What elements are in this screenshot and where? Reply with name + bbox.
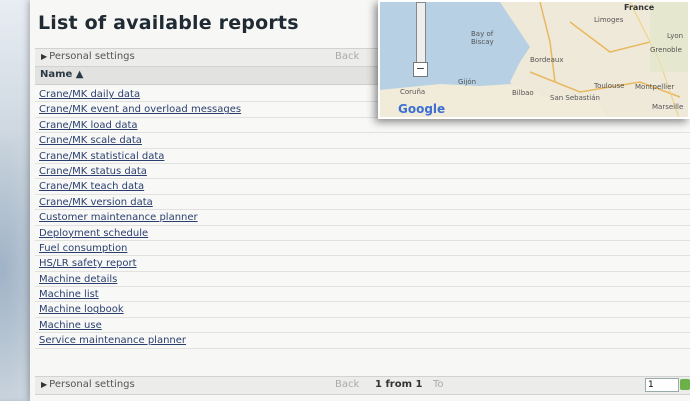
footer-personal-settings-toggle[interactable]: ▶ Personal settings <box>41 379 135 390</box>
back-button[interactable]: Back <box>335 51 359 62</box>
list-item: Machine list <box>35 287 690 303</box>
personal-settings-toggle[interactable]: ▶ Personal settings <box>41 51 135 62</box>
map-label-grenoble: Grenoble <box>650 46 682 54</box>
report-link[interactable]: Machine use <box>39 320 102 331</box>
map-label-coruna: Coruña <box>400 88 426 96</box>
reports-list: Crane/MK daily data Crane/MK event and o… <box>35 87 690 349</box>
list-item: Machine details <box>35 271 690 288</box>
report-link[interactable]: Machine list <box>39 289 99 300</box>
list-item: Crane/MK version data <box>35 194 690 211</box>
list-item: Crane/MK teach data <box>35 179 690 195</box>
list-item: Crane/MK statistical data <box>35 148 690 164</box>
report-link[interactable]: Crane/MK event and overload messages <box>39 104 241 115</box>
list-item: Fuel consumption <box>35 240 690 257</box>
list-item: Crane/MK scale data <box>35 133 690 149</box>
triangle-right-icon: ▶ <box>41 52 48 61</box>
page-indicator: 1 from 1 <box>375 379 423 390</box>
list-item: Crane/MK load data <box>35 117 690 134</box>
map-label-france: France <box>624 3 655 12</box>
report-link[interactable]: Deployment schedule <box>39 228 148 239</box>
personal-settings-label: Personal settings <box>49 51 135 62</box>
zoom-out-button[interactable]: − <box>413 62 428 77</box>
pagination-bar: ▶ Personal settings Back 1 from 1 To <box>35 376 690 395</box>
report-link[interactable]: Crane/MK load data <box>39 120 138 131</box>
report-link[interactable]: Crane/MK version data <box>39 197 153 208</box>
map-label-marseille: Marseille <box>652 103 684 111</box>
list-item: Customer maintenance planner <box>35 210 690 226</box>
map-label-bilbao: Bilbao <box>512 89 534 97</box>
map-label-bordeaux: Bordeaux <box>530 56 564 64</box>
map-label-gijon: Gijón <box>458 78 477 86</box>
report-link[interactable]: HS/LR safety report <box>39 258 137 269</box>
map-label-montpellier: Montpellier <box>635 83 675 91</box>
report-link[interactable]: Fuel consumption <box>39 243 127 254</box>
list-item: HS/LR safety report <box>35 256 690 272</box>
map-label-toulouse: Toulouse <box>594 82 625 90</box>
list-item: Crane/MK status data <box>35 163 690 180</box>
list-item: Deployment schedule <box>35 225 690 241</box>
page-number-input[interactable] <box>645 378 679 392</box>
map-widget[interactable]: − France Limoges Lyon Grenoble Bay of Bi… <box>378 0 690 119</box>
map-label-san-sebastian: San Sebastián <box>550 94 600 102</box>
report-link[interactable]: Crane/MK status data <box>39 166 147 177</box>
report-link[interactable]: Customer maintenance planner <box>39 212 198 223</box>
report-link[interactable]: Crane/MK statistical data <box>39 151 164 162</box>
report-link[interactable]: Crane/MK teach data <box>39 181 144 192</box>
map-label-lyon: Lyon <box>667 32 684 40</box>
google-logo: Google <box>398 102 446 116</box>
go-arrow-icon[interactable] <box>680 379 690 390</box>
triangle-right-icon: ▶ <box>41 380 48 389</box>
footer-back-button[interactable]: Back <box>335 379 359 390</box>
report-link[interactable]: Service maintenance planner <box>39 335 186 346</box>
footer-personal-settings-label: Personal settings <box>49 379 135 390</box>
report-link[interactable]: Crane/MK scale data <box>39 135 142 146</box>
to-button[interactable]: To <box>433 379 444 390</box>
report-link[interactable]: Machine logbook <box>39 304 124 315</box>
list-item: Machine logbook <box>35 302 690 318</box>
page-title: List of available reports <box>38 12 299 34</box>
name-column-label: Name ▲ <box>40 69 84 80</box>
report-link[interactable]: Machine details <box>39 274 117 285</box>
list-item: Service maintenance planner <box>35 333 690 349</box>
zoom-slider[interactable] <box>416 2 426 64</box>
map-label-bay-of-biscay: Bay of Biscay <box>471 30 494 46</box>
list-item: Machine use <box>35 317 690 334</box>
report-link[interactable]: Crane/MK daily data <box>39 89 140 100</box>
map-label-limoges: Limoges <box>594 16 624 24</box>
